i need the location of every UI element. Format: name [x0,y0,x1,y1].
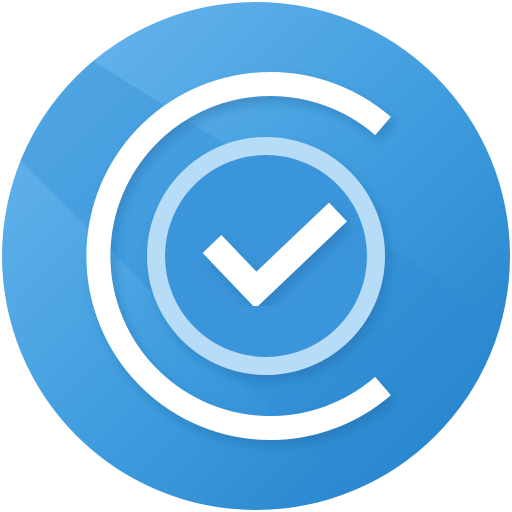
check-badge-app-icon [2,2,510,510]
app-icon-canvas [0,0,512,512]
inner-ring [147,137,385,375]
